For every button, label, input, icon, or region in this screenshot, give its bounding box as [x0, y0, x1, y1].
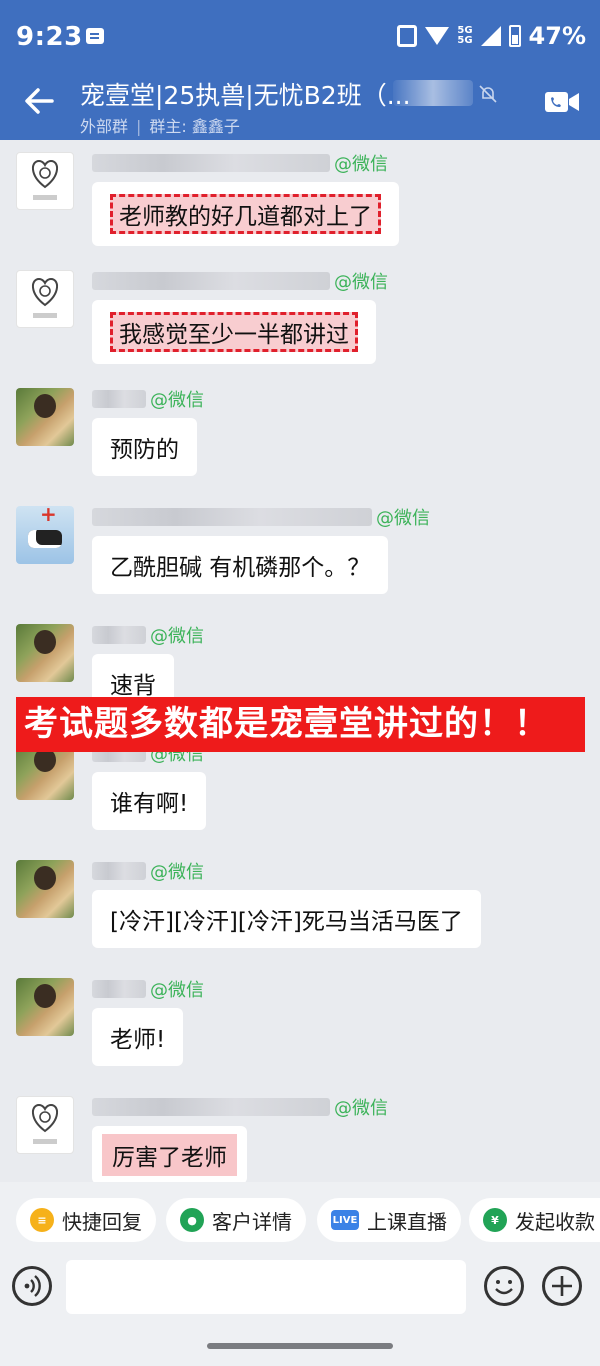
message-bubble[interactable]: 厉害了老师 [92, 1126, 247, 1182]
plus-icon[interactable] [542, 1266, 582, 1306]
cow-logo-avatar[interactable] [16, 506, 74, 564]
message-bubble[interactable]: 我感觉至少一半都讲过 [92, 300, 376, 364]
wifi-icon [425, 27, 450, 45]
wechat-tag: @微信 [376, 508, 430, 529]
user-detail-icon: ● [180, 1208, 204, 1232]
chat-header: 宠壹堂|25执兽|无忧B2班（... 外部群 | 群主: 鑫鑫子 [0, 70, 600, 140]
message-text: 谁有啊! [110, 791, 189, 817]
group-owner: 群主: 鑫鑫子 [149, 117, 240, 136]
status-bar: 9:23 5G 5G 47% [0, 0, 600, 70]
sender-line: @微信 [92, 622, 204, 648]
wechat-tag: @微信 [334, 1098, 388, 1119]
quick-action-bar: ≡ 快捷回复 ● 客户详情 LIVE 上课直播 ¥ 发起收款 [0, 1182, 600, 1252]
sender-line: @微信 [92, 858, 204, 884]
sender-line: @微信 [92, 268, 388, 294]
home-gesture-handle[interactable] [207, 1343, 393, 1349]
customer-details-label: 客户详情 [212, 1209, 292, 1234]
message-text: 预防的 [110, 437, 179, 463]
battery-percent: 47% [528, 22, 586, 50]
message-bubble[interactable]: [冷汗][冷汗][冷汗]死马当活马医了 [92, 890, 481, 948]
heart-logo-icon [32, 1103, 58, 1144]
wechat-tag: @微信 [150, 390, 204, 411]
signal-icon [480, 26, 501, 46]
message-bubble[interactable]: 预防的 [92, 418, 197, 476]
wechat-tag: @微信 [150, 980, 204, 1001]
blurred-sender-name [92, 272, 330, 290]
message-text: 老师! [110, 1027, 166, 1053]
sender-line: @微信 [92, 150, 388, 176]
blurred-sender-name [92, 390, 146, 408]
blurred-title-tail [393, 80, 473, 106]
photo-avatar[interactable] [16, 860, 74, 918]
customer-details-button[interactable]: ● 客户详情 [166, 1198, 306, 1242]
sender-line: @微信 [92, 504, 430, 530]
blurred-sender-name [92, 508, 372, 526]
subtitle-divider: | [136, 117, 142, 136]
heart-logo-icon [32, 159, 58, 200]
voice-input-icon[interactable] [12, 1266, 52, 1306]
wechat-tag: @微信 [334, 154, 388, 175]
blurred-sender-name [92, 862, 146, 880]
message-text: 乙酰胆碱 有机磷那个。？ [110, 555, 371, 581]
vibrate-icon [397, 25, 418, 47]
quick-reply-label: 快捷回复 [62, 1209, 142, 1234]
message-bubble[interactable]: 乙酰胆碱 有机磷那个。？ [92, 536, 389, 594]
collect-payment-label: 发起收款 [515, 1209, 595, 1234]
video-call-icon[interactable] [544, 90, 580, 114]
blurred-sender-name [92, 154, 330, 172]
photo-avatar[interactable] [16, 624, 74, 682]
wechat-tag: @微信 [150, 626, 204, 647]
emoji-icon[interactable] [484, 1266, 524, 1306]
message-text: [冷汗][冷汗][冷汗]死马当活马医了 [110, 909, 463, 935]
status-time: 9:23 [16, 22, 83, 52]
payment-icon: ¥ [483, 1208, 507, 1232]
live-icon: LIVE [331, 1210, 359, 1230]
blurred-sender-name [92, 626, 146, 644]
message-input[interactable] [66, 1260, 466, 1314]
wechat-tag: @微信 [334, 272, 388, 293]
message-bubble[interactable]: 谁有啊! [92, 772, 207, 830]
external-group-label: 外部群 [80, 117, 129, 136]
message-text: 老师教的好几道都对上了 [110, 194, 381, 234]
promo-banner: 考试题多数都是宠壹堂讲过的！！ [16, 697, 585, 752]
group-subtitle: 外部群 | 群主: 鑫鑫子 [80, 113, 240, 137]
back-arrow-icon[interactable] [22, 84, 56, 118]
sender-line: @微信 [92, 1094, 388, 1120]
photo-avatar[interactable] [16, 388, 74, 446]
input-bar [0, 1252, 600, 1327]
system-nav-bar [0, 1327, 600, 1366]
live-class-button[interactable]: LIVE 上课直播 [317, 1198, 461, 1242]
message-bubble[interactable]: 老师! [92, 1008, 184, 1066]
logo-avatar[interactable] [16, 270, 74, 328]
message-bubble[interactable]: 老师教的好几道都对上了 [92, 182, 399, 246]
message-text: 我感觉至少一半都讲过 [110, 312, 358, 352]
mute-bell-icon [479, 85, 497, 103]
message-list[interactable]: @微信 老师教的好几道都对上了 @微信 我感觉至少一半都讲过 @微信 预防的 +… [0, 140, 600, 1182]
logo-avatar[interactable] [16, 152, 74, 210]
sender-line: @微信 [92, 976, 204, 1002]
photo-avatar[interactable] [16, 978, 74, 1036]
blurred-sender-name [92, 980, 146, 998]
group-title[interactable]: 宠壹堂|25执兽|无忧B2班（... [80, 76, 411, 112]
logo-avatar[interactable] [16, 1096, 74, 1154]
message-text: 厉害了老师 [102, 1134, 237, 1176]
battery-icon [508, 25, 521, 47]
heart-logo-icon [32, 277, 58, 318]
collect-payment-button[interactable]: ¥ 发起收款 [469, 1198, 600, 1242]
sender-line: @微信 [92, 386, 204, 412]
blurred-sender-name [92, 1098, 330, 1116]
live-class-label: 上课直播 [367, 1209, 447, 1234]
wechat-tag: @微信 [150, 862, 204, 883]
system-icons: 5G 5G 47% [397, 22, 586, 50]
chat-bubble-icon: ≡ [30, 1208, 54, 1232]
message-text: 速背 [110, 673, 156, 699]
network-type: 5G 5G [457, 25, 473, 46]
quick-reply-button[interactable]: ≡ 快捷回复 [16, 1198, 156, 1242]
message-notification-icon [86, 28, 104, 44]
